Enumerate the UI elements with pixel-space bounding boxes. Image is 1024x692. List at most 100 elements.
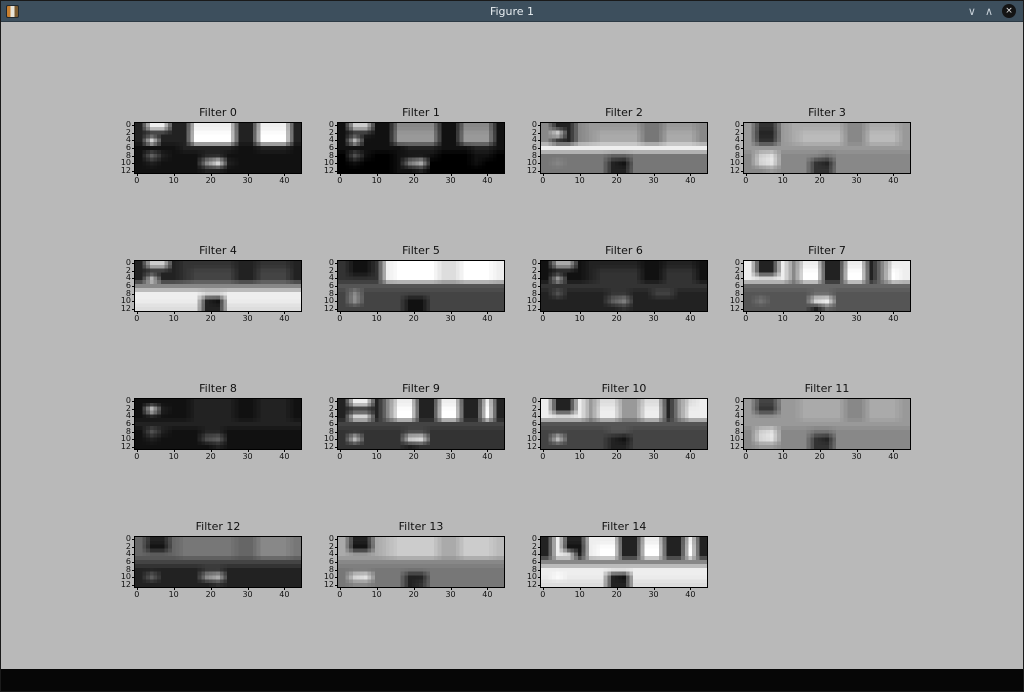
y-tick-mark <box>132 301 135 303</box>
x-tick-mark <box>616 449 618 452</box>
plot-area: 0 2 4 6 8 10 12 0 10 20 30 40 <box>730 120 911 185</box>
x-tick-mark <box>136 311 138 314</box>
plot-area: 0 2 4 6 8 10 12 0 10 20 30 40 <box>324 396 505 461</box>
y-tick-label: 12 <box>729 304 740 314</box>
y-tick-mark <box>538 562 541 563</box>
y-tick-mark <box>538 155 541 157</box>
x-tick-mark <box>487 587 489 590</box>
y-tick-mark <box>741 163 744 165</box>
y-tick-mark <box>741 132 744 134</box>
x-tick-label: 10 <box>574 314 585 323</box>
x-tick-label: 40 <box>482 176 493 185</box>
x-tick-label: 10 <box>168 452 179 461</box>
subplot-title: Filter 5 <box>402 244 440 257</box>
plot-area: 0 2 4 6 8 10 12 0 10 20 30 40 <box>121 258 302 323</box>
y-tick-mark <box>132 546 135 548</box>
y-tick-mark <box>741 262 744 264</box>
window-maximize-button[interactable]: ∧ <box>985 5 993 18</box>
x-tick-mark <box>339 587 341 590</box>
y-tick-mark <box>132 163 135 165</box>
x-tick-label: 10 <box>574 176 585 185</box>
x-tick-mark <box>893 449 895 452</box>
x-tick-mark <box>284 311 286 314</box>
titlebar[interactable]: Figure 1 ∨ ∧ × <box>1 1 1023 22</box>
y-tick-mark <box>741 278 744 280</box>
x-tick-mark <box>173 587 175 590</box>
x-tick-mark <box>210 311 212 314</box>
x-tick-label: 30 <box>648 452 659 461</box>
x-tick-label: 0 <box>743 176 749 185</box>
x-tick-mark <box>653 311 655 314</box>
subplot-title: Filter 11 <box>804 382 850 395</box>
x-tick-label: 30 <box>242 452 253 461</box>
y-tick-mark <box>335 132 338 134</box>
y-tick-mark <box>132 424 135 425</box>
plot-area: 0 2 4 6 8 10 12 0 10 20 30 40 <box>324 258 505 323</box>
y-tick-mark <box>538 309 541 311</box>
x-tick-label: 40 <box>482 590 493 599</box>
x-tick-label: 0 <box>337 452 343 461</box>
x-tick-label: 30 <box>851 176 862 185</box>
y-tick-mark <box>335 431 338 433</box>
y-tick-mark <box>538 431 541 433</box>
x-tick-label: 0 <box>743 314 749 323</box>
x-tick-mark <box>210 173 212 176</box>
x-tick-label: 30 <box>242 176 253 185</box>
x-tick-mark <box>284 587 286 590</box>
y-tick-mark <box>132 286 135 287</box>
x-tick-label: 10 <box>574 452 585 461</box>
y-tick-label: 12 <box>120 166 131 176</box>
subplot-grid: Filter 0 0 2 4 6 8 10 12 0 10 20 30 40 Filter 1024681… <box>110 106 922 658</box>
subplot-title: Filter 7 <box>808 244 846 257</box>
x-tick-label: 40 <box>685 314 696 323</box>
x-tick-label: 30 <box>851 314 862 323</box>
x-tick-mark <box>856 449 858 452</box>
y-tick-mark <box>741 270 744 272</box>
y-tick-mark <box>132 562 135 563</box>
x-tick-mark <box>653 449 655 452</box>
y-tick-mark <box>132 554 135 556</box>
x-tick-label: 20 <box>205 314 216 323</box>
x-tick-mark <box>856 311 858 314</box>
x-tick-mark <box>616 173 618 176</box>
x-tick-mark <box>579 587 581 590</box>
x-tick-label: 0 <box>540 590 546 599</box>
subplot-title: Filter 6 <box>605 244 643 257</box>
y-tick-mark <box>538 439 541 441</box>
y-tick-mark <box>741 293 744 295</box>
y-tick-mark <box>132 569 135 571</box>
x-tick-label: 0 <box>337 176 343 185</box>
filter-heatmap-image <box>338 537 504 587</box>
subplot: Filter 1 0 2 4 6 8 10 12 0 10 20 30 40 <box>313 106 516 244</box>
subplot: Filter 4 0 2 4 6 8 10 12 0 10 20 30 40 <box>110 244 313 382</box>
x-tick-label: 10 <box>371 590 382 599</box>
y-tick-mark <box>335 400 338 402</box>
y-tick-mark <box>132 585 135 587</box>
plot-area: 0 2 4 6 8 10 12 0 10 20 30 40 <box>121 120 302 185</box>
x-tick-label: 0 <box>337 314 343 323</box>
x-tick-mark <box>450 587 452 590</box>
x-tick-mark <box>450 449 452 452</box>
x-tick-mark <box>690 449 692 452</box>
window-close-button[interactable]: × <box>1002 4 1016 18</box>
x-tick-label: 10 <box>574 590 585 599</box>
window-shade-button[interactable]: ∨ <box>968 5 976 18</box>
y-tick-mark <box>538 538 541 540</box>
x-tick-mark <box>819 311 821 314</box>
x-tick-label: 10 <box>168 314 179 323</box>
y-tick-mark <box>132 447 135 449</box>
filter-heatmap-image <box>744 399 910 449</box>
x-tick-label: 10 <box>777 176 788 185</box>
y-tick-mark <box>538 408 541 410</box>
subplot-title: Filter 12 <box>195 520 241 533</box>
x-tick-label: 20 <box>611 452 622 461</box>
x-tick-label: 40 <box>685 176 696 185</box>
x-tick-label: 10 <box>777 452 788 461</box>
x-tick-label: 30 <box>242 314 253 323</box>
y-tick-mark <box>335 293 338 295</box>
x-tick-mark <box>450 173 452 176</box>
subplot: Filter 12 0 2 4 6 8 10 12 0 10 20 30 40 <box>110 520 313 658</box>
x-tick-label: 20 <box>611 590 622 599</box>
y-tick-mark <box>538 447 541 449</box>
subplot-title: Filter 10 <box>601 382 647 395</box>
